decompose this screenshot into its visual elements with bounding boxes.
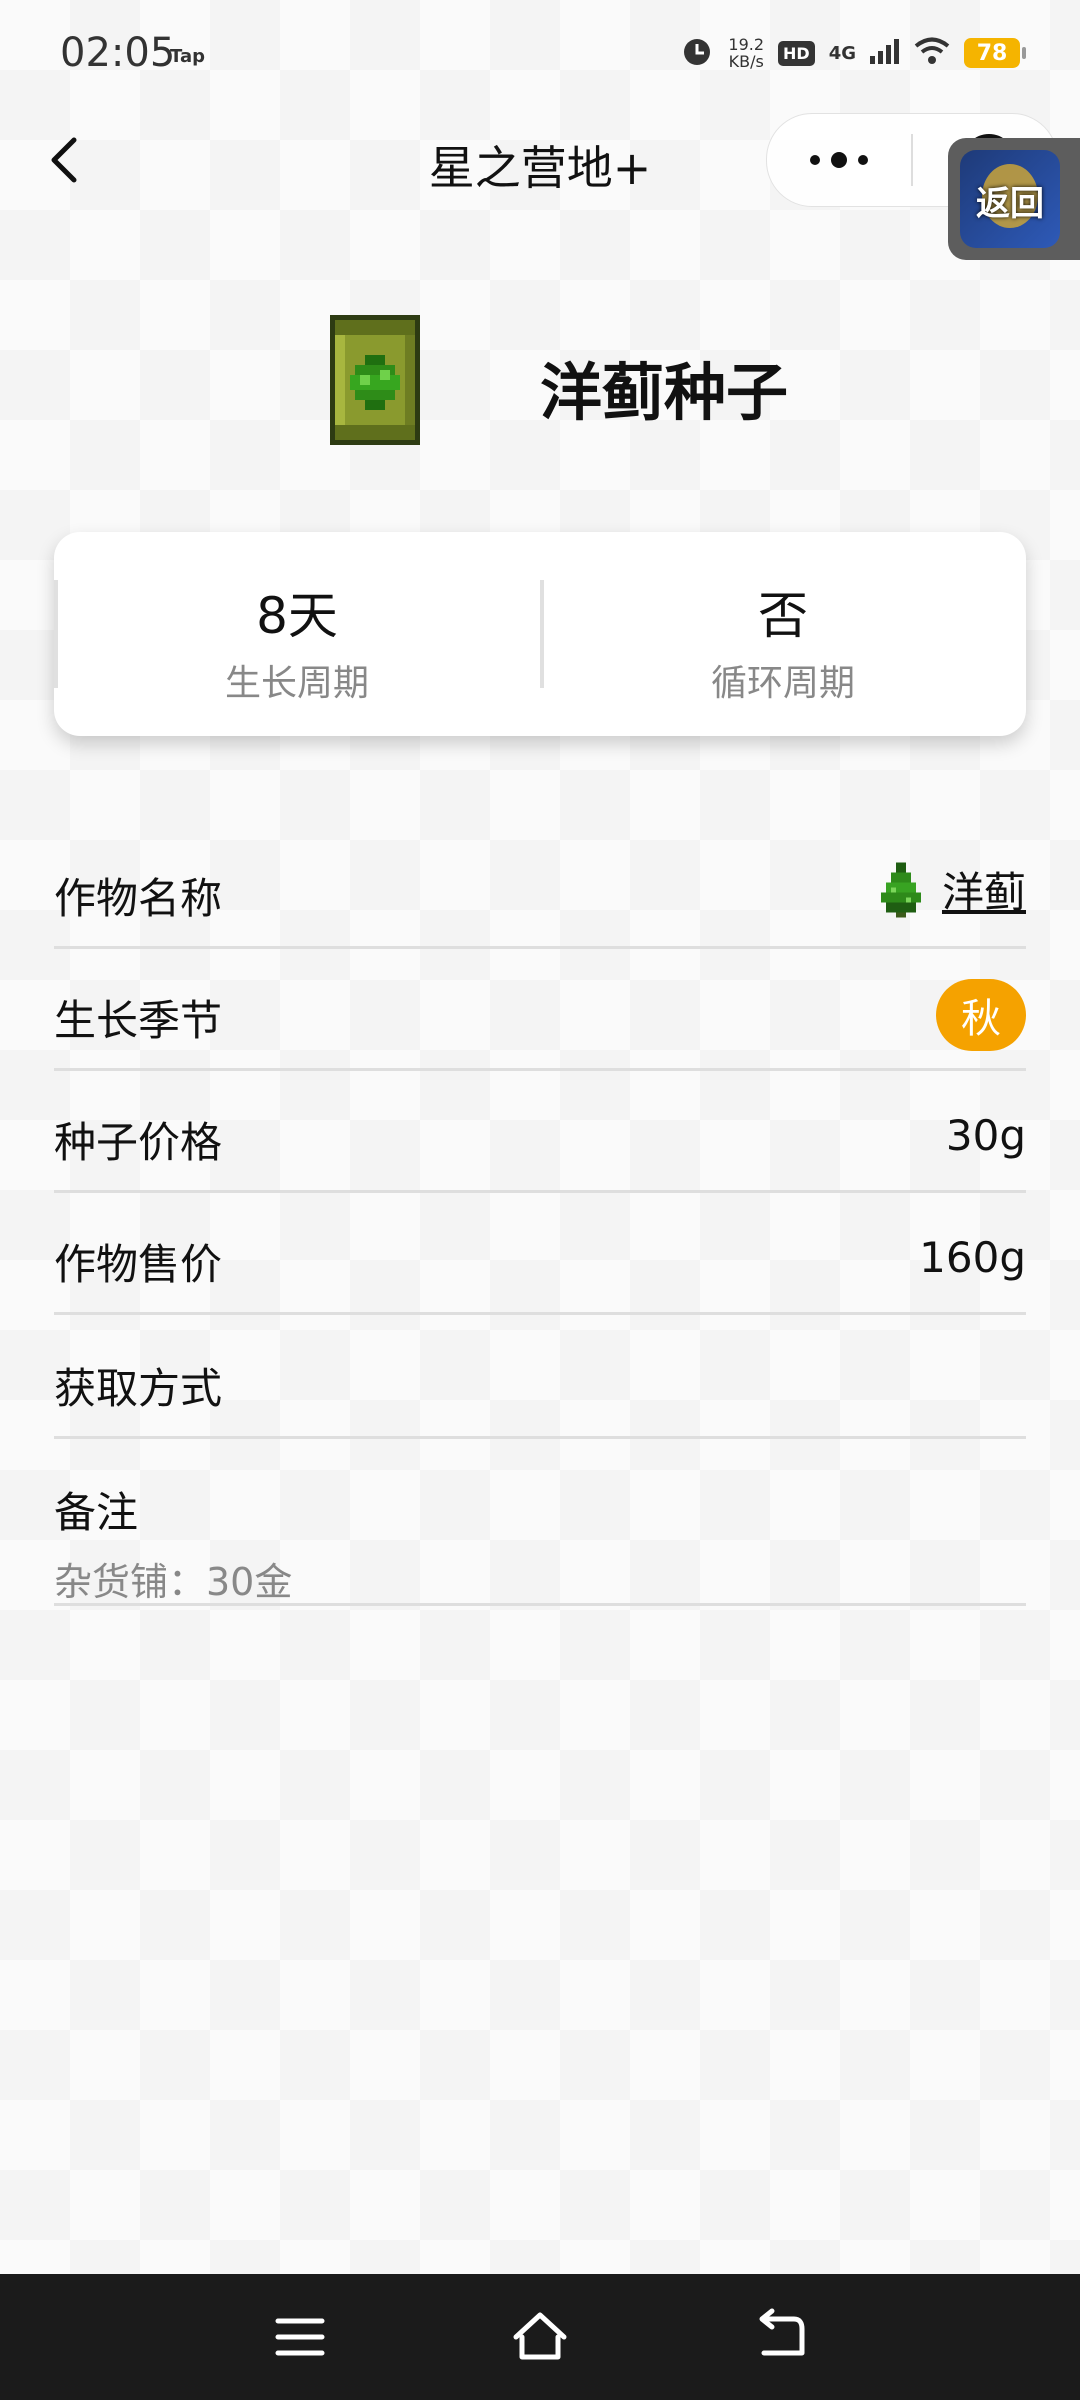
growth-period-stat: 8天 生长周期 bbox=[54, 532, 540, 736]
regrowth-label: 循环周期 bbox=[710, 663, 855, 704]
season-badge: 秋 bbox=[936, 979, 1026, 1051]
hd-badge: HD bbox=[778, 40, 815, 66]
status-time: 02:05 bbox=[60, 30, 176, 76]
return-label: 返回 bbox=[976, 184, 1044, 224]
artichoke-seed-packet-icon bbox=[320, 310, 430, 450]
notes-section: 备注 杂货铺：30金 bbox=[54, 1443, 1026, 1606]
regrowth-stat: 否 循环周期 bbox=[540, 532, 1026, 736]
growth-period-label: 生长周期 bbox=[224, 663, 369, 704]
notes-label: 备注 bbox=[54, 1488, 139, 1537]
artichoke-icon bbox=[880, 862, 921, 917]
sell-price-value: 160g bbox=[919, 1233, 1026, 1282]
seed-price-row: 种子价格 30g bbox=[54, 1071, 1026, 1193]
battery-indicator: 78 bbox=[964, 38, 1026, 68]
crop-name-row: 作物名称 洋蓟 bbox=[54, 827, 1026, 949]
back-arrow-icon bbox=[759, 2308, 805, 2356]
season-label: 生长季节 bbox=[54, 996, 223, 1045]
alarm-icon bbox=[680, 34, 714, 72]
more-icon bbox=[810, 152, 868, 168]
menu-button[interactable] bbox=[270, 2307, 330, 2367]
growth-period-value: 8天 bbox=[256, 587, 338, 645]
season-row: 生长季节 秋 bbox=[54, 949, 1026, 1071]
wifi-icon bbox=[914, 37, 950, 69]
crop-link[interactable]: 洋蓟 bbox=[876, 859, 1026, 920]
home-icon bbox=[513, 2312, 567, 2360]
status-bar: 02:05 Tap 19.2 KB/s HD 4G 78 bbox=[0, 0, 1080, 110]
item-title: 洋蓟种子 bbox=[540, 356, 789, 429]
sell-price-row: 作物售价 160g bbox=[54, 1193, 1026, 1315]
crop-link-text: 洋蓟 bbox=[941, 868, 1026, 917]
floating-return-button[interactable]: 返回 bbox=[948, 138, 1080, 260]
obtain-label: 获取方式 bbox=[54, 1364, 223, 1413]
signal-icon bbox=[870, 38, 900, 68]
status-icons: 19.2 KB/s HD 4G 78 bbox=[680, 34, 1026, 72]
status-tap-label: Tap bbox=[170, 46, 205, 67]
system-nav-bar bbox=[0, 2274, 1080, 2400]
capsule-divider bbox=[911, 134, 913, 186]
nav-bar: 星之营地+ bbox=[0, 110, 1080, 210]
obtain-row: 获取方式 bbox=[54, 1317, 1026, 1439]
more-button[interactable] bbox=[767, 114, 911, 206]
seed-price-label: 种子价格 bbox=[54, 1118, 223, 1167]
crop-name-label: 作物名称 bbox=[54, 874, 223, 923]
menu-icon bbox=[275, 2318, 325, 2356]
notes-text: 杂货铺：30金 bbox=[54, 1560, 293, 1604]
sell-price-label: 作物售价 bbox=[54, 1240, 223, 1289]
network-type: 4G bbox=[828, 42, 856, 64]
network-speed: 19.2 KB/s bbox=[728, 35, 765, 71]
nav-back-button[interactable] bbox=[750, 2307, 810, 2367]
regrowth-value: 否 bbox=[758, 587, 808, 645]
home-button[interactable] bbox=[510, 2307, 570, 2367]
seed-price-value: 30g bbox=[945, 1111, 1026, 1160]
stats-card: 8天 生长周期 否 循环周期 bbox=[54, 532, 1026, 736]
